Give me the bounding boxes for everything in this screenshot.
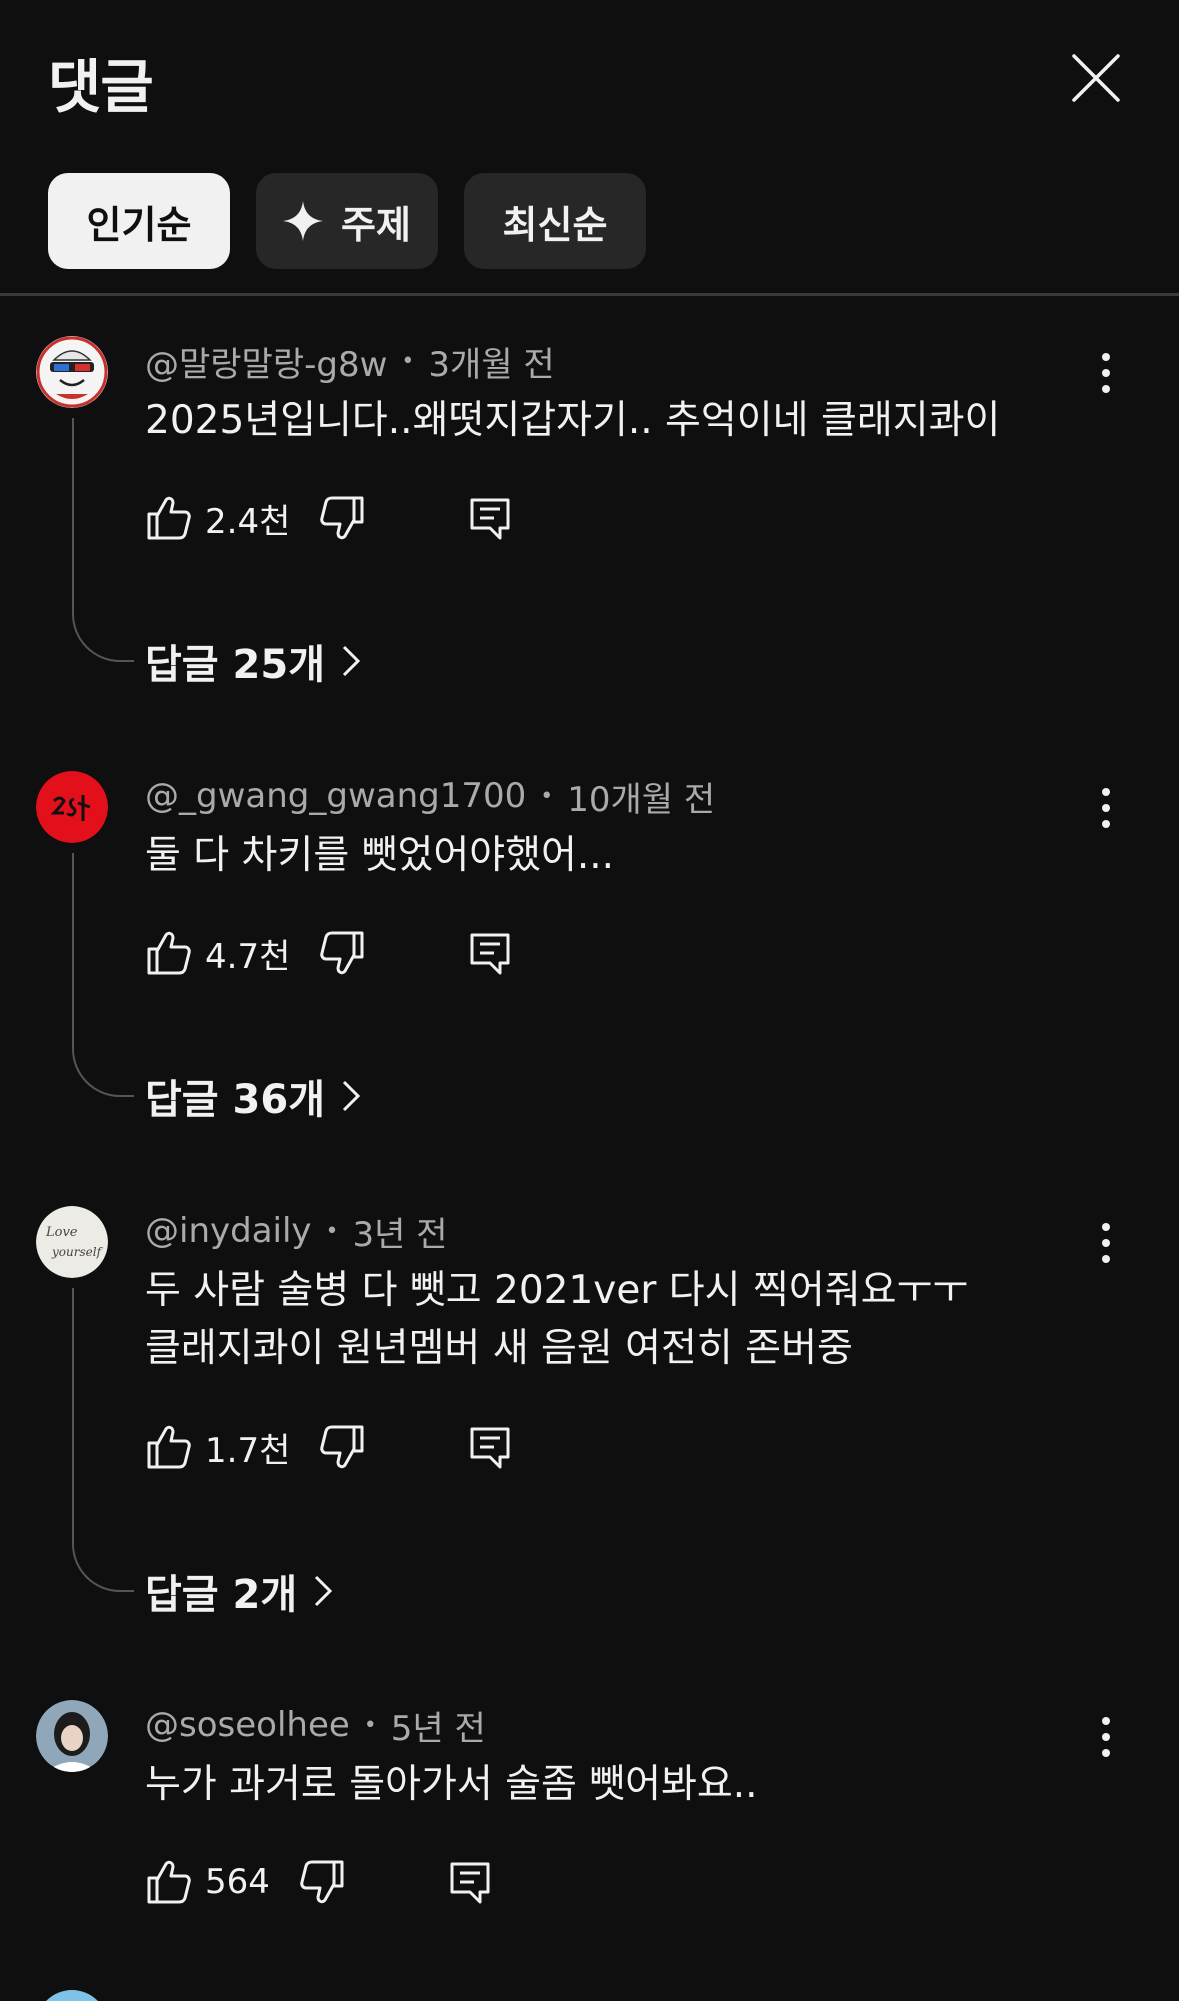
comment-meta: @inydaily • 3년 전 — [145, 1206, 448, 1256]
avatar[interactable] — [36, 1990, 108, 2001]
thumb-up-icon[interactable] — [145, 929, 193, 977]
comment-author[interactable]: @_gwang_gwang1700 — [145, 776, 526, 816]
thumb-down-icon[interactable] — [318, 1423, 366, 1471]
comment-meta: @soseolhee • 5년 전 — [145, 1700, 486, 1750]
thumb-down-icon[interactable] — [318, 494, 366, 542]
comment-actions: 564 — [145, 1852, 494, 1912]
comment-author[interactable]: @soseolhee — [145, 1705, 350, 1745]
thread-line — [72, 418, 134, 662]
comment-item: Love yourself @inydaily • 3년 전 두 사람 술병 다… — [0, 1206, 1179, 1626]
avatar[interactable]: Love yourself — [36, 1206, 108, 1278]
sparkle-icon — [283, 201, 324, 241]
replies-label: 답글 2개 — [145, 1572, 298, 1618]
avatar[interactable] — [36, 336, 108, 408]
thread-line — [72, 853, 134, 1097]
comment-text: 두 사람 술병 다 뺏고 2021ver 다시 찍어줘요ㅜㅜ 클래지콰이 원년멤… — [145, 1268, 969, 1371]
reply-icon[interactable] — [446, 1858, 494, 1906]
sort-chips: 인기순 주제 최신순 — [48, 173, 646, 269]
comment-time: 5년 전 — [390, 1708, 486, 1749]
thumb-down-icon[interactable] — [298, 1858, 346, 1906]
like-count: 4.7천 — [205, 936, 291, 977]
comment-item: @말랑말랑-g8w • 3개월 전 2025년입니다..왜떳지갑자기.. 추억이… — [0, 336, 1179, 696]
chip-topic-label: 주제 — [341, 202, 411, 247]
thread-line — [72, 1288, 134, 1592]
comment-time: 3개월 전 — [428, 344, 555, 385]
like-count: 2.4천 — [205, 501, 291, 542]
chip-popular[interactable]: 인기순 — [48, 173, 230, 269]
chevron-right-icon — [342, 645, 361, 677]
separator-dot: • — [401, 348, 415, 374]
comment-item: @soseolhee • 5년 전 누가 과거로 돌아가서 술좀 뺏어봐요.. … — [0, 1700, 1179, 1930]
comment-author[interactable]: @inydaily — [145, 1211, 312, 1251]
reply-icon[interactable] — [466, 929, 514, 977]
comment-item: @_gwang_gwang1700 • 10개월 전 둘 다 차키를 뺏었어야했… — [0, 771, 1179, 1131]
page-title: 댓글 — [48, 53, 154, 121]
comment-text: 둘 다 차키를 뺏었어야했어... — [145, 833, 615, 878]
svg-text:yourself: yourself — [51, 1245, 104, 1259]
comment-meta: @_gwang_gwang1700 • 10개월 전 — [145, 771, 715, 821]
more-vert-icon[interactable] — [1090, 1220, 1122, 1266]
separator-dot: • — [325, 1218, 339, 1244]
comment-text: 누가 과거로 돌아가서 술좀 뺏어봐요.. — [145, 1762, 758, 1807]
avatar[interactable] — [36, 771, 108, 843]
chevron-right-icon — [315, 1575, 333, 1607]
comment-time: 10개월 전 — [567, 779, 716, 820]
replies-label: 답글 36개 — [145, 1077, 325, 1123]
replies-button[interactable]: 답글 2개 — [145, 1561, 333, 1621]
comment-actions: 4.7천 — [145, 923, 514, 983]
thumb-up-icon[interactable] — [145, 1423, 193, 1471]
thumb-down-icon[interactable] — [318, 929, 366, 977]
chip-popular-label: 인기순 — [86, 202, 192, 247]
replies-button[interactable]: 답글 36개 — [145, 1066, 361, 1126]
more-vert-icon[interactable] — [1090, 785, 1122, 831]
svg-text:Love: Love — [45, 1225, 78, 1240]
replies-button[interactable]: 답글 25개 — [145, 631, 361, 691]
separator-dot: • — [363, 1712, 377, 1738]
divider — [0, 293, 1179, 296]
comment-meta: @말랑말랑-g8w • 3개월 전 — [145, 336, 555, 386]
thumb-up-icon[interactable] — [145, 1858, 193, 1906]
like-count: 564 — [205, 1862, 270, 1902]
comments-header: 댓글 — [0, 0, 1179, 160]
more-vert-icon[interactable] — [1090, 1714, 1122, 1760]
reply-icon[interactable] — [466, 1423, 514, 1471]
more-vert-icon[interactable] — [1090, 350, 1122, 396]
reply-icon[interactable] — [466, 494, 514, 542]
comment-time: 3년 전 — [352, 1214, 448, 1255]
replies-label: 답글 25개 — [145, 642, 325, 688]
like-count: 1.7천 — [205, 1430, 291, 1471]
separator-dot: • — [540, 783, 554, 809]
comment-text: 2025년입니다..왜떳지갑자기.. 추억이네 클래지콰이 — [145, 398, 1001, 443]
avatar[interactable] — [36, 1700, 108, 1772]
chevron-right-icon — [342, 1080, 361, 1112]
close-icon[interactable] — [1068, 50, 1124, 106]
chip-newest-label: 최신순 — [502, 202, 608, 247]
comment-actions: 2.4천 — [145, 488, 514, 548]
chip-newest[interactable]: 최신순 — [464, 173, 646, 269]
chip-topic[interactable]: 주제 — [256, 173, 438, 269]
thumb-up-icon[interactable] — [145, 494, 193, 542]
comment-actions: 1.7천 — [145, 1417, 514, 1477]
comment-author[interactable]: @말랑말랑-g8w — [145, 337, 387, 386]
